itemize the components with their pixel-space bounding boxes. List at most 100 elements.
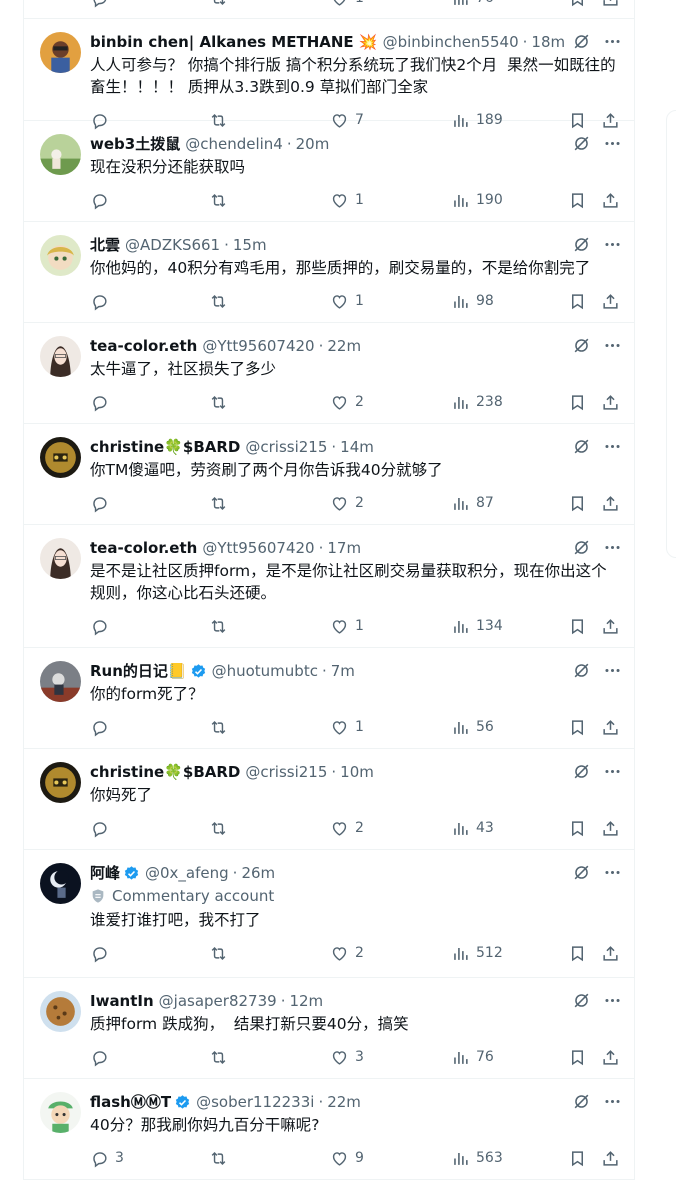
more-icon[interactable]: [603, 134, 622, 153]
like-button[interactable]: 3: [330, 1047, 364, 1067]
reply-button[interactable]: [90, 190, 115, 210]
timestamp[interactable]: 18m: [531, 32, 565, 52]
bookmark-button[interactable]: [568, 818, 587, 838]
views-button[interactable]: 98: [451, 291, 494, 311]
timestamp[interactable]: 15m: [233, 235, 267, 255]
timestamp[interactable]: 22m: [327, 336, 361, 356]
more-icon[interactable]: [603, 538, 622, 557]
retweet-button[interactable]: [209, 0, 234, 8]
tweet[interactable]: IwantIn @jasaper82739 · 12m 质押form 跌成狗， …: [24, 978, 634, 1079]
share-button[interactable]: [601, 717, 620, 737]
tweet[interactable]: Run的日记📒 @huotumubtc · 7m 你的form死了？ 1 56: [24, 648, 634, 749]
tweet[interactable]: web3土拨鼠 @chendelin4 · 20m 现在没积分还能获取吗 1 1…: [24, 121, 634, 222]
share-button[interactable]: [601, 818, 620, 838]
tweet[interactable]: 北雲 @ADZKS661 · 15m 你他妈的，40积分有鸡毛用，那些质押的，刷…: [24, 222, 634, 323]
retweet-button[interactable]: [209, 818, 234, 838]
display-name[interactable]: flashⓂⓂT: [90, 1092, 171, 1112]
bookmark-button[interactable]: [568, 717, 587, 737]
timestamp[interactable]: 10m: [340, 762, 374, 782]
user-handle[interactable]: @Ytt95607420: [202, 538, 314, 558]
reply-button[interactable]: [90, 0, 115, 8]
timestamp[interactable]: 26m: [241, 863, 275, 883]
user-handle[interactable]: @huotumubtc: [212, 661, 318, 681]
user-handle[interactable]: @crissi215: [245, 437, 327, 457]
reply-button[interactable]: [90, 493, 115, 513]
more-icon[interactable]: [603, 235, 622, 254]
share-button[interactable]: [601, 1148, 620, 1168]
avatar[interactable]: [40, 538, 81, 579]
more-icon[interactable]: [603, 437, 622, 456]
like-button[interactable]: 1: [330, 616, 364, 636]
more-icon[interactable]: [603, 32, 622, 51]
views-button[interactable]: 190: [451, 190, 503, 210]
reply-button[interactable]: [90, 818, 115, 838]
like-button[interactable]: 1: [330, 190, 364, 210]
retweet-button[interactable]: [209, 1047, 234, 1067]
display-name[interactable]: tea-color.eth: [90, 336, 197, 356]
bookmark-button[interactable]: [568, 190, 587, 210]
like-button[interactable]: 1: [330, 717, 364, 737]
user-handle[interactable]: @Ytt95607420: [202, 336, 314, 356]
avatar[interactable]: [40, 336, 81, 377]
views-button[interactable]: 87: [451, 493, 494, 513]
more-icon[interactable]: [603, 336, 622, 355]
like-button[interactable]: 9: [330, 1148, 364, 1168]
more-icon[interactable]: [603, 863, 622, 882]
tweet[interactable]: christine🍀$BARD @crissi215 · 14m 你TM傻逼吧，…: [24, 424, 634, 525]
tweet[interactable]: binbin chen| Alkanes METHANE 💥 @binbinch…: [24, 19, 634, 129]
share-button[interactable]: [601, 943, 620, 963]
share-button[interactable]: [601, 0, 620, 8]
grok-icon[interactable]: [572, 991, 591, 1010]
user-handle[interactable]: @chendelin4: [185, 134, 283, 154]
retweet-button[interactable]: [209, 392, 234, 412]
avatar[interactable]: [40, 863, 81, 904]
bookmark-button[interactable]: [568, 1148, 587, 1168]
user-handle[interactable]: @ADZKS661: [125, 235, 220, 255]
share-button[interactable]: [601, 616, 620, 636]
bookmark-button[interactable]: [568, 1047, 587, 1067]
user-handle[interactable]: @jasaper82739: [159, 991, 277, 1011]
display-name[interactable]: christine🍀$BARD: [90, 437, 240, 457]
user-handle[interactable]: @crissi215: [245, 762, 327, 782]
reply-button[interactable]: [90, 717, 115, 737]
retweet-button[interactable]: [209, 291, 234, 311]
avatar[interactable]: [40, 991, 81, 1032]
grok-icon[interactable]: [572, 762, 591, 781]
display-name[interactable]: binbin chen| Alkanes METHANE 💥: [90, 32, 378, 52]
like-button[interactable]: 2: [330, 818, 364, 838]
user-handle[interactable]: @0x_afeng: [145, 863, 229, 883]
more-icon[interactable]: [603, 1092, 622, 1111]
tweet[interactable]: flashⓂⓂT @sober112233i · 22m 40分？那我刷你妈九百…: [24, 1079, 634, 1180]
views-button[interactable]: 238: [451, 392, 503, 412]
like-button[interactable]: 1: [330, 291, 364, 311]
display-name[interactable]: 北雲: [90, 235, 120, 255]
timestamp[interactable]: 20m: [296, 134, 330, 154]
tweet[interactable]: tea-color.eth @Ytt95607420 · 22m 太牛逼了，社区…: [24, 323, 634, 424]
avatar[interactable]: [40, 661, 81, 702]
avatar[interactable]: [40, 235, 81, 276]
like-button[interactable]: 2: [330, 392, 364, 412]
grok-icon[interactable]: [572, 863, 591, 882]
like-button[interactable]: 2: [330, 943, 364, 963]
timestamp[interactable]: 17m: [327, 538, 361, 558]
retweet-button[interactable]: [209, 1148, 234, 1168]
more-icon[interactable]: [603, 991, 622, 1010]
grok-icon[interactable]: [572, 1092, 591, 1111]
views-button[interactable]: 56: [451, 717, 494, 737]
avatar[interactable]: [40, 762, 81, 803]
avatar[interactable]: [40, 134, 81, 175]
like-button[interactable]: 2: [330, 493, 364, 513]
share-button[interactable]: [601, 392, 620, 412]
tweet[interactable]: 阿峰 @0x_afeng · 26m Commentary account 谁爱…: [24, 850, 634, 978]
bookmark-button[interactable]: [568, 0, 587, 8]
tweet[interactable]: christine🍀$BARD @crissi215 · 10m 你妈死了 2 …: [24, 749, 634, 850]
share-button[interactable]: [601, 190, 620, 210]
reply-button[interactable]: 3: [90, 1148, 124, 1168]
avatar[interactable]: [40, 1092, 81, 1133]
bookmark-button[interactable]: [568, 291, 587, 311]
timestamp[interactable]: 7m: [331, 661, 355, 681]
more-icon[interactable]: [603, 661, 622, 680]
reply-button[interactable]: [90, 291, 115, 311]
display-name[interactable]: 阿峰: [90, 863, 120, 883]
reply-button[interactable]: [90, 1047, 115, 1067]
